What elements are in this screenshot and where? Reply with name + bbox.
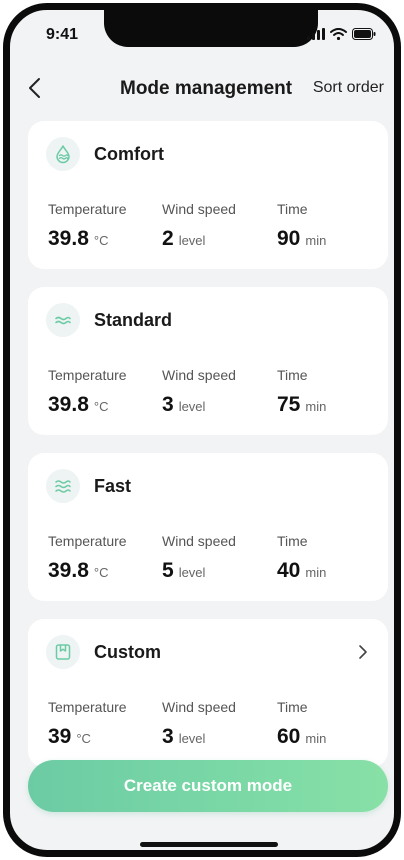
time-value: 90 (277, 227, 301, 250)
time-value: 40 (277, 559, 301, 582)
wind-speed-stat: Wind speed 2 level (162, 201, 236, 251)
mode-card-comfort[interactable]: Comfort Temperature 39.8 °C Wind speed 2l… (28, 121, 388, 269)
standard-wave-icon (46, 303, 80, 337)
wind-speed-unit: level (178, 731, 206, 746)
temperature-unit: °C (76, 731, 91, 746)
wind-speed-stat: Wind speed 5 level (162, 533, 236, 583)
wind-speed-unit: level (178, 233, 206, 248)
signal-icon (307, 28, 325, 40)
custom-bookmark-icon (46, 635, 80, 669)
home-indicator (140, 842, 278, 847)
comfort-wave-drop-icon (46, 137, 80, 171)
mode-card-header: Custom (46, 635, 161, 669)
fast-triple-wave-icon (46, 469, 80, 503)
temperature-value: 39.8 (48, 559, 89, 582)
temperature-label: Temperature (48, 533, 127, 549)
mode-name: Fast (94, 475, 132, 496)
wind-speed-unit: level (178, 399, 206, 414)
time-unit: min (305, 399, 327, 414)
temperature-stat: Temperature 39.8 °C (48, 367, 127, 417)
temperature-label: Temperature (48, 201, 127, 217)
time-unit: min (305, 233, 327, 248)
mode-card-header: Standard (46, 303, 172, 337)
time-label: Time (277, 367, 308, 383)
time-label: Time (277, 533, 308, 549)
create-custom-mode-button[interactable]: Create custom mode (28, 760, 388, 812)
wind-speed-label: Wind speed (162, 533, 236, 549)
temperature-stat: Temperature 39 °C (48, 699, 127, 749)
mode-card-custom[interactable]: Custom Temperature 39 °C Wind speed 3 leve… (28, 619, 388, 767)
wind-speed-value: 3 (162, 393, 174, 416)
temperature-unit: °C (93, 399, 109, 414)
wind-speed-stat: Wind speed 3 level (162, 699, 236, 749)
time-label: Time (277, 699, 308, 715)
time-value: 60 (277, 725, 301, 748)
temperature-label: Temperature (48, 367, 127, 383)
navigation-bar: Mode management Sort order (10, 68, 394, 108)
page-title: Mode management (120, 78, 293, 99)
mode-card-fast[interactable]: Fast Temperature 39.8 °C Wind speed 5 leve… (28, 453, 388, 601)
wind-speed-unit: level (178, 565, 206, 580)
sort-order-button[interactable]: Sort order (313, 79, 384, 97)
time-stat: Time 40 min (277, 533, 326, 583)
mode-name: Standard (94, 309, 173, 330)
time-value: 75 (277, 393, 301, 416)
wind-speed-label: Wind speed (162, 201, 236, 217)
mode-name: Custom (94, 641, 161, 662)
temperature-value: 39.8 (48, 393, 89, 416)
wind-speed-stat: Wind speed 3 level (162, 367, 236, 417)
mode-name: Comfort (94, 143, 164, 164)
time-stat: Time 60 min (277, 699, 326, 749)
status-icons (307, 28, 376, 40)
temperature-label: Temperature (48, 699, 127, 715)
wind-speed-value: 2 (162, 227, 174, 250)
wind-speed-label: Wind speed (162, 367, 236, 383)
mode-card-header: Fast (46, 469, 131, 503)
mode-card-standard[interactable]: Standard Temperature 39.8 °C Wind speed 3… (28, 287, 388, 435)
chevron-left-icon (29, 78, 40, 98)
temperature-unit: °C (93, 565, 109, 580)
time-label: Time (277, 201, 308, 217)
wind-speed-value: 5 (162, 559, 174, 582)
temperature-stat: Temperature 39.8 °C (48, 533, 127, 583)
notch (104, 10, 318, 47)
wind-speed-value: 3 (162, 725, 174, 748)
battery-icon (352, 28, 376, 40)
temperature-value: 39.8 (48, 227, 89, 250)
status-time: 9:41 (46, 26, 79, 43)
time-stat: Time 75 min (277, 367, 326, 417)
temperature-unit: °C (93, 233, 109, 248)
temperature-value: 39 (48, 725, 72, 748)
mode-card-header: Comfort (46, 137, 164, 171)
back-button[interactable] (20, 74, 48, 102)
wifi-icon (330, 28, 347, 40)
chevron-right-icon[interactable] (354, 643, 372, 661)
phone-frame: 9:41 Mode management Sort order Comfort … (3, 3, 401, 857)
time-unit: min (305, 731, 327, 746)
time-stat: Time 90 min (277, 201, 326, 251)
wind-speed-label: Wind speed (162, 699, 236, 715)
time-unit: min (305, 565, 327, 580)
temperature-stat: Temperature 39.8 °C (48, 201, 127, 251)
